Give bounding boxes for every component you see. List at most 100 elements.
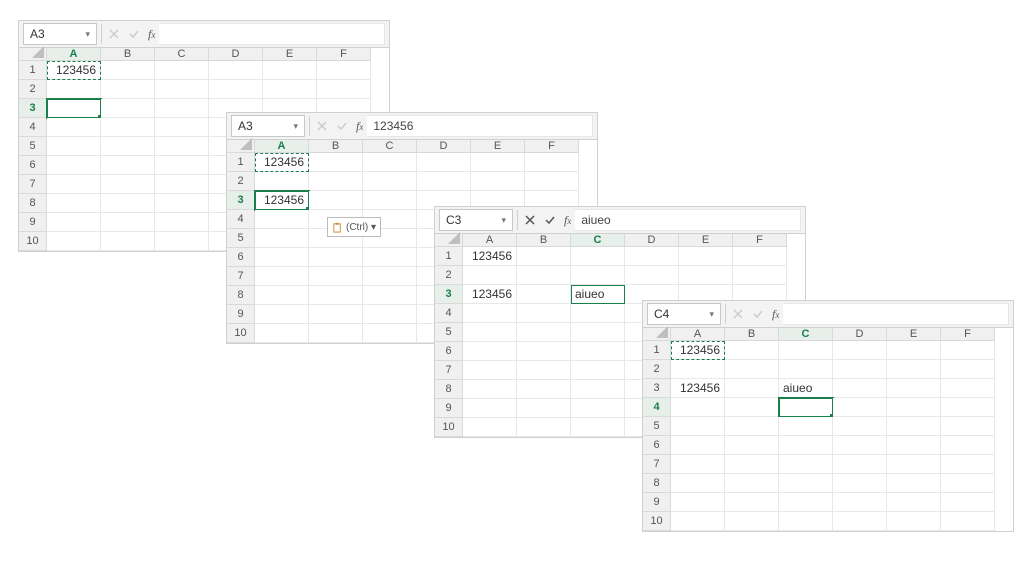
cell[interactable]: [833, 474, 887, 493]
cancel-icon[interactable]: [520, 210, 540, 230]
cell[interactable]: [101, 232, 155, 251]
fx-icon[interactable]: fx: [352, 119, 367, 134]
cell[interactable]: [363, 324, 417, 343]
cell[interactable]: [517, 418, 571, 437]
cell[interactable]: [263, 61, 317, 80]
cell[interactable]: [463, 304, 517, 323]
chevron-down-icon[interactable]: ▾: [85, 29, 90, 40]
cell[interactable]: [779, 417, 833, 436]
row-header[interactable]: 10: [19, 232, 47, 251]
row-header[interactable]: 1: [19, 61, 47, 80]
row-header[interactable]: 4: [643, 398, 671, 417]
cell[interactable]: [463, 323, 517, 342]
name-box[interactable]: C3 ▾: [439, 209, 513, 231]
cell[interactable]: [833, 360, 887, 379]
cell[interactable]: [209, 80, 263, 99]
cell[interactable]: [463, 399, 517, 418]
cell[interactable]: [309, 153, 363, 172]
cell[interactable]: [679, 266, 733, 285]
cell[interactable]: [517, 266, 571, 285]
cell[interactable]: [155, 118, 209, 137]
cell[interactable]: 123456: [671, 379, 725, 398]
row-header[interactable]: 6: [435, 342, 463, 361]
cell[interactable]: [571, 342, 625, 361]
cell[interactable]: [571, 304, 625, 323]
cell[interactable]: [417, 172, 471, 191]
cell[interactable]: [363, 153, 417, 172]
cell[interactable]: [101, 175, 155, 194]
cell[interactable]: [625, 266, 679, 285]
row-header[interactable]: 2: [19, 80, 47, 99]
cell[interactable]: [833, 398, 887, 417]
fx-icon[interactable]: fx: [144, 27, 159, 42]
cell[interactable]: [463, 342, 517, 361]
row-header[interactable]: 1: [643, 341, 671, 360]
column-header[interactable]: B: [309, 140, 363, 153]
cell[interactable]: [471, 153, 525, 172]
cell[interactable]: [887, 398, 941, 417]
cell[interactable]: [671, 436, 725, 455]
cell[interactable]: [255, 248, 309, 267]
cell[interactable]: [625, 247, 679, 266]
column-header[interactable]: A: [47, 48, 101, 61]
cell[interactable]: [941, 341, 995, 360]
cell[interactable]: [47, 213, 101, 232]
cell[interactable]: [779, 474, 833, 493]
column-header[interactable]: A: [463, 234, 517, 247]
cell[interactable]: [363, 267, 417, 286]
cell[interactable]: [833, 417, 887, 436]
row-header[interactable]: 1: [227, 153, 255, 172]
cell[interactable]: [47, 194, 101, 213]
cell[interactable]: [671, 474, 725, 493]
cell[interactable]: [517, 247, 571, 266]
cell[interactable]: [733, 266, 787, 285]
cell[interactable]: [571, 399, 625, 418]
cell-grid[interactable]: ABCDEF112345623123456aiueo45678910: [643, 328, 1013, 531]
cell[interactable]: [363, 305, 417, 324]
cell[interactable]: [155, 80, 209, 99]
cell[interactable]: [571, 323, 625, 342]
cell[interactable]: [255, 305, 309, 324]
cell[interactable]: [571, 266, 625, 285]
cell[interactable]: [779, 455, 833, 474]
cell[interactable]: [725, 512, 779, 531]
cell[interactable]: 123456: [255, 153, 309, 172]
cell[interactable]: [309, 286, 363, 305]
row-header[interactable]: 3: [643, 379, 671, 398]
cell[interactable]: [155, 232, 209, 251]
cell[interactable]: 123456: [255, 191, 309, 210]
cell[interactable]: [255, 229, 309, 248]
column-header[interactable]: F: [525, 140, 579, 153]
cell[interactable]: [833, 455, 887, 474]
cell[interactable]: [517, 285, 571, 304]
fx-icon[interactable]: fx: [768, 307, 783, 322]
column-header[interactable]: D: [209, 48, 263, 61]
cell[interactable]: [679, 247, 733, 266]
column-header[interactable]: D: [833, 328, 887, 341]
cell[interactable]: [47, 137, 101, 156]
cell[interactable]: [941, 512, 995, 531]
cell[interactable]: [317, 80, 371, 99]
cell[interactable]: [779, 493, 833, 512]
row-header[interactable]: 5: [227, 229, 255, 248]
row-header[interactable]: 3: [19, 99, 47, 118]
column-header[interactable]: C: [779, 328, 833, 341]
cell[interactable]: [463, 266, 517, 285]
fx-icon[interactable]: fx: [560, 213, 575, 228]
formula-input[interactable]: aiueo: [575, 209, 801, 231]
row-header[interactable]: 1: [435, 247, 463, 266]
cell[interactable]: [571, 361, 625, 380]
cell[interactable]: [887, 417, 941, 436]
cell[interactable]: [101, 61, 155, 80]
select-all-corner[interactable]: [435, 234, 463, 247]
cell[interactable]: [155, 175, 209, 194]
cell[interactable]: [833, 436, 887, 455]
cell[interactable]: [517, 380, 571, 399]
row-header[interactable]: 7: [435, 361, 463, 380]
select-all-corner[interactable]: [19, 48, 47, 61]
row-header[interactable]: 7: [227, 267, 255, 286]
cell[interactable]: [941, 474, 995, 493]
cell[interactable]: [363, 191, 417, 210]
cell[interactable]: [47, 118, 101, 137]
cell[interactable]: [671, 455, 725, 474]
